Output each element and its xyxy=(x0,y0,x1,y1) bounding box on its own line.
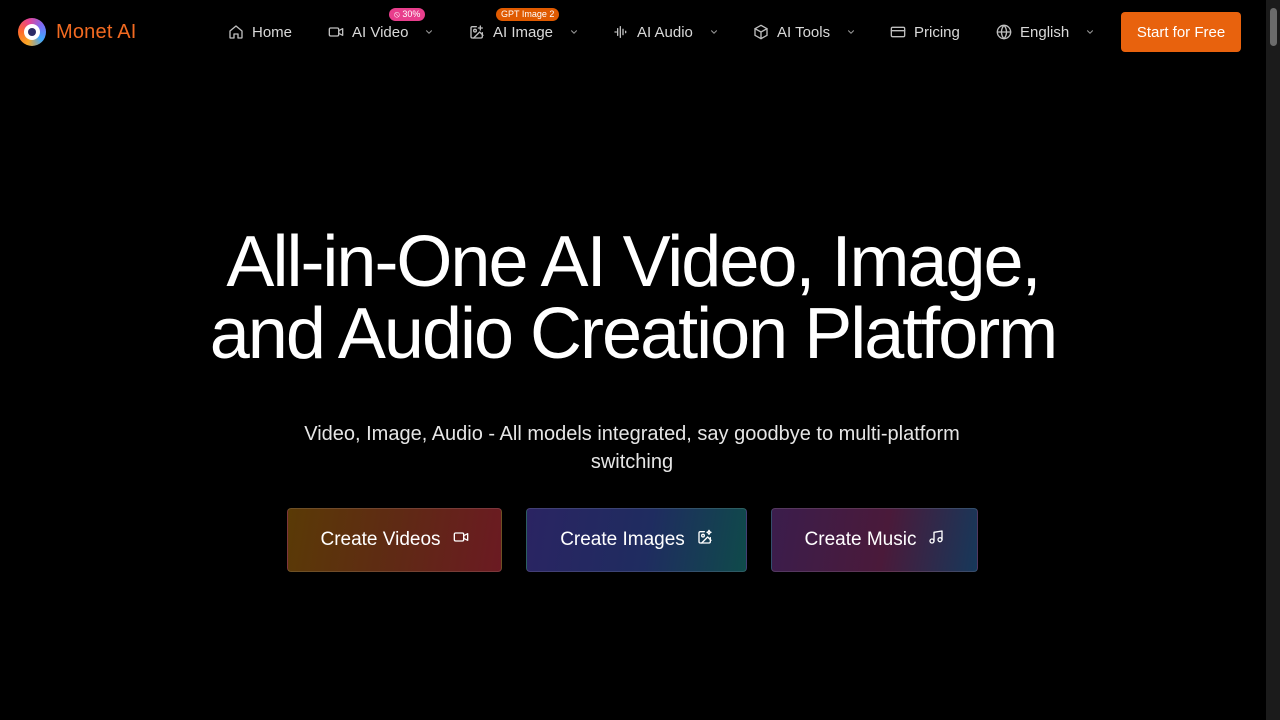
discount-badge: ⦸ 30% xyxy=(389,8,426,21)
credit-card-icon xyxy=(890,24,906,40)
create-images-button[interactable]: Create Images xyxy=(526,508,747,572)
chevron-down-icon xyxy=(569,27,579,37)
nav-item-ai-audio[interactable]: AI Audio xyxy=(613,20,719,44)
start-for-free-button[interactable]: Start for Free xyxy=(1121,12,1241,52)
nav-item-label: AI Video xyxy=(352,23,409,41)
nav-item-ai-video[interactable]: ⦸ 30% AI Video xyxy=(328,8,434,44)
chevron-down-icon xyxy=(846,27,856,37)
hero-title-line-1: All-in-One AI Video, Image, xyxy=(226,222,1041,302)
top-navigation-bar: Monet AI Home ⦸ 30% AI Video GPT Image 2… xyxy=(0,0,1266,64)
nav-item-label: Home xyxy=(252,23,293,41)
create-images-label: Create Images xyxy=(560,529,685,550)
nav-item-label: AI Image xyxy=(493,23,554,41)
video-camera-icon xyxy=(453,529,469,551)
nav-item-home[interactable]: Home xyxy=(228,20,292,44)
model-badge: GPT Image 2 xyxy=(496,8,560,21)
globe-icon xyxy=(996,24,1012,40)
nav-item-pricing[interactable]: Pricing xyxy=(890,20,960,44)
audio-waveform-icon xyxy=(613,24,629,40)
tag-icon: ⦸ xyxy=(394,9,400,19)
create-music-label: Create Music xyxy=(804,529,917,550)
hero-subtitle: Video, Image, Audio - All models integra… xyxy=(304,423,960,473)
monet-logo-icon xyxy=(18,18,46,46)
nav-item-label: Pricing xyxy=(914,23,960,41)
create-videos-button[interactable]: Create Videos xyxy=(287,508,502,572)
chevron-down-icon xyxy=(709,27,719,37)
image-edit-icon xyxy=(469,24,485,40)
music-note-icon xyxy=(928,529,944,551)
brand-logo-link[interactable]: Monet AI xyxy=(18,17,137,47)
nav-item-label: AI Audio xyxy=(637,23,693,41)
scrollbar-thumb[interactable] xyxy=(1270,8,1277,46)
language-label: English xyxy=(1020,23,1070,41)
chevron-down-icon xyxy=(424,27,434,37)
video-camera-icon xyxy=(328,24,344,40)
nav-item-ai-tools[interactable]: AI Tools xyxy=(753,20,856,44)
language-selector[interactable]: English xyxy=(996,20,1095,44)
nav-item-ai-image[interactable]: GPT Image 2 AI Image xyxy=(469,8,579,44)
cube-icon xyxy=(753,24,769,40)
hero-title: All-in-One AI Video, Image, and Audio Cr… xyxy=(0,226,1266,370)
create-music-button[interactable]: Create Music xyxy=(771,508,978,572)
page-scrollbar[interactable] xyxy=(1266,0,1280,720)
hero-title-line-2: and Audio Creation Platform xyxy=(209,294,1059,374)
home-icon xyxy=(228,24,244,40)
nav-item-label: AI Tools xyxy=(777,23,831,41)
image-sparkle-icon xyxy=(697,529,713,551)
brand-name: Monet AI xyxy=(56,20,137,43)
create-videos-label: Create Videos xyxy=(320,529,441,550)
chevron-down-icon xyxy=(1085,27,1095,37)
